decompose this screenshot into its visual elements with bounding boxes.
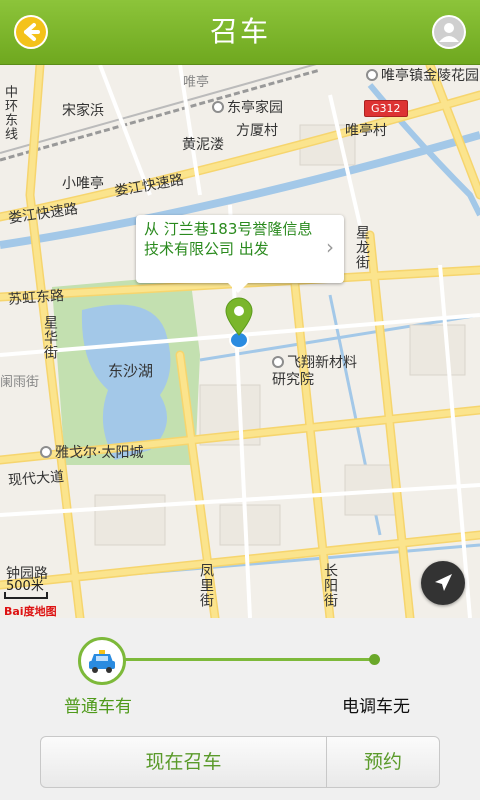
- callout-text: 从 汀兰巷183号誉隆信息技术有限公司 出发: [144, 220, 313, 258]
- title-bar: 召车: [0, 0, 480, 65]
- chevron-right-icon: ›: [326, 235, 334, 259]
- map-label: 唯亭: [183, 75, 210, 90]
- car-type-track-end[interactable]: [369, 654, 380, 665]
- bottom-panel: 普通车有 电调车无 现在召车 预约: [0, 618, 480, 800]
- map-poi: 唯亭镇金陵花园: [366, 65, 479, 85]
- poi-icon: [40, 446, 52, 458]
- map-label: 小唯亭: [62, 176, 104, 192]
- map-label: 星龙街: [354, 225, 370, 270]
- poi-icon: [272, 356, 284, 368]
- map-pin-icon: [225, 297, 253, 349]
- map-canvas: [0, 65, 480, 618]
- map-label: 东沙湖: [108, 362, 154, 380]
- navigation-arrow-icon: [435, 574, 452, 591]
- option-normal-car[interactable]: 普通车有: [64, 692, 132, 717]
- map-poi: 飞翔新材料研究院: [272, 355, 357, 388]
- start-location-callout[interactable]: 从 汀兰巷183号誉隆信息技术有限公司 出发 ›: [136, 215, 344, 293]
- taxi-icon: [89, 650, 115, 673]
- map-label: 唯亭村: [345, 123, 387, 139]
- map-scale-bar: [4, 592, 48, 599]
- map-label: 宋家浜: [62, 103, 104, 119]
- locate-button[interactable]: [421, 561, 465, 605]
- user-avatar-icon: [434, 17, 464, 47]
- map-label: 凤里街: [198, 563, 214, 608]
- call-now-button[interactable]: 现在召车: [41, 737, 327, 787]
- highway-shield: G312: [364, 100, 408, 117]
- action-button-group: 现在召车 预约: [40, 736, 440, 788]
- map-label: 星华街: [42, 315, 58, 360]
- map-poi: 雅戈尔·太阳城: [40, 442, 143, 462]
- poi-icon: [212, 101, 224, 113]
- map-label: 苏虹东路: [7, 288, 65, 308]
- map-view[interactable]: 中环东线 宋家浜 唯亭 东亭家园 唯亭镇金陵花园 G312 方厦村 唯亭村 黄泥…: [0, 65, 480, 618]
- map-label: 长阳街: [322, 563, 338, 608]
- page-title: 召车: [209, 15, 270, 48]
- map-label: 阑雨街: [0, 375, 40, 390]
- baidu-logo: Bai度地图: [4, 605, 57, 618]
- profile-button[interactable]: [432, 15, 466, 49]
- callout-tip: [228, 283, 248, 293]
- car-type-selector[interactable]: [78, 637, 126, 685]
- option-dispatch-car[interactable]: 电调车无: [342, 692, 410, 717]
- map-poi: 东亭家园: [212, 97, 283, 117]
- map-label: 现代大道: [7, 469, 65, 489]
- map-label: 中环东线: [2, 85, 17, 141]
- poi-icon: [366, 69, 378, 81]
- reserve-button[interactable]: 预约: [327, 737, 439, 787]
- map-label: 黄泥溇: [182, 137, 224, 153]
- car-type-track: [122, 658, 374, 661]
- map-label: 方厦村: [236, 123, 278, 139]
